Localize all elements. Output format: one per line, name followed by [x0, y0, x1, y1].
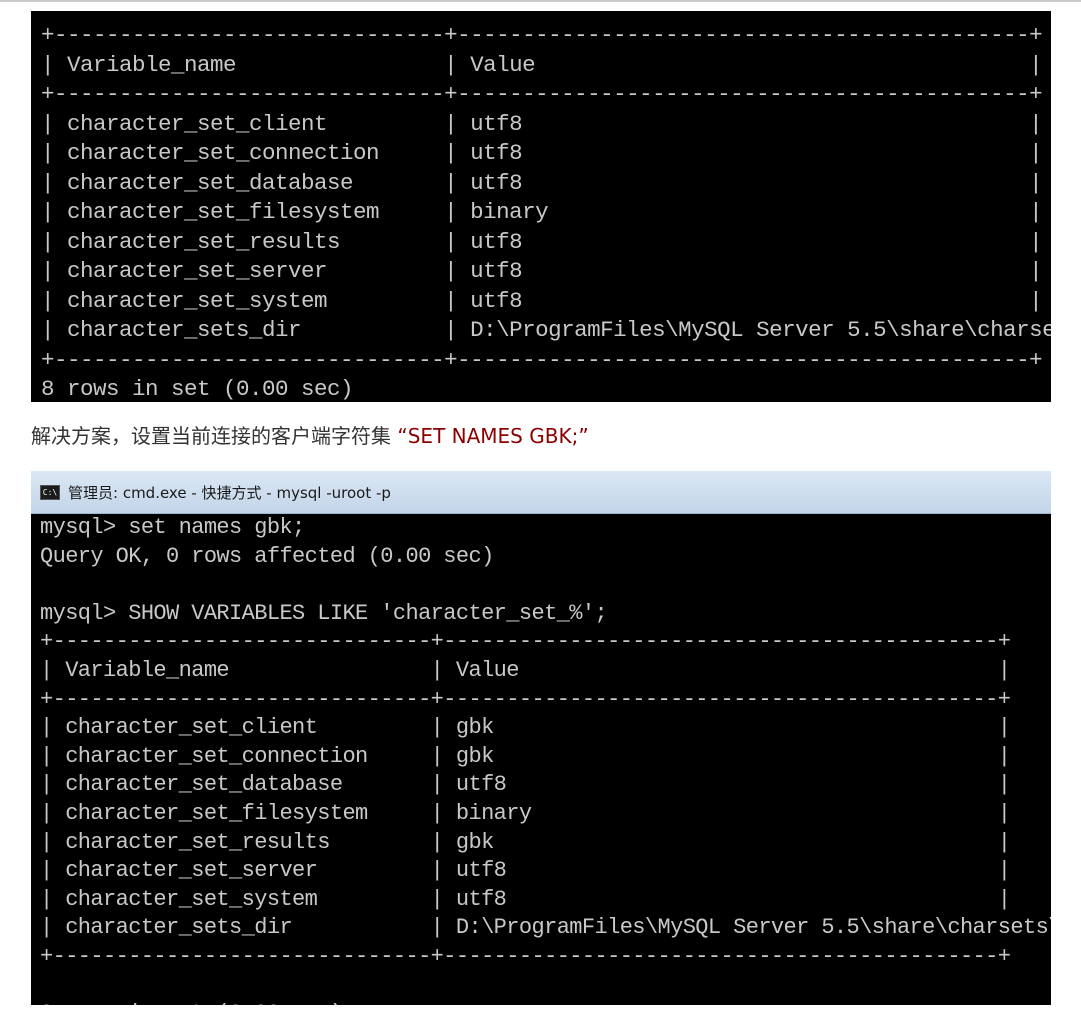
- console-output-after[interactable]: mysql> set names gbk; Query OK, 0 rows af…: [40, 514, 1051, 1005]
- console-line: | character_set_server | utf8 |: [41, 258, 1043, 284]
- cmd-window: C:\ 管理员: cmd.exe - 快捷方式 - mysql -uroot -…: [31, 471, 1051, 1005]
- console-line: | character_set_filesystem | binary |: [41, 199, 1043, 225]
- console-line: mysql> set names gbk;: [40, 515, 305, 540]
- console-line: | character_set_system | utf8 |: [40, 886, 1011, 912]
- console-line: | Variable_name | Value |: [40, 657, 1011, 683]
- console-line: | character_set_client | gbk |: [40, 715, 1011, 741]
- console-line: 8 rows in set (0.00 sec): [40, 1000, 1051, 1005]
- caption-text: 解决方案，设置当前连接的客户端字符集: [31, 424, 391, 448]
- open-quote: “: [397, 424, 408, 448]
- window-titlebar[interactable]: C:\ 管理员: cmd.exe - 快捷方式 - mysql -uroot -…: [31, 471, 1051, 514]
- console-line: | character_set_connection | utf8 |: [41, 140, 1043, 166]
- close-quote: ”: [578, 424, 589, 448]
- cmd-window-icon[interactable]: C:\: [40, 484, 60, 500]
- console-line: | character_set_client | utf8 |: [41, 110, 1043, 137]
- console-line: | character_set_database | utf8 |: [41, 169, 1043, 196]
- console-output-before: +------------------------------+--------…: [41, 21, 1051, 402]
- console-line: | character_set_connection | gbk |: [40, 743, 1011, 769]
- console-line: | character_sets_dir | D:\ProgramFiles\M…: [41, 317, 1051, 343]
- console-line: +------------------------------+--------…: [40, 686, 1011, 712]
- solution-caption: 解决方案，设置当前连接的客户端字符集 “SET NAMES GBK;”: [31, 422, 589, 450]
- mysql-output-panel-before: +------------------------------+--------…: [31, 11, 1051, 402]
- console-line: | character_set_results | utf8 |: [41, 228, 1043, 255]
- console-line: 8 rows in set (0.00 sec): [41, 376, 354, 402]
- console-line: | character_set_system | utf8 |: [41, 287, 1043, 314]
- console-line: +------------------------------+--------…: [40, 943, 1011, 969]
- console-line: +------------------------------+--------…: [41, 81, 1043, 107]
- console-line: | character_set_filesystem | binary |: [40, 800, 1011, 826]
- console-line: +------------------------------+--------…: [41, 22, 1043, 48]
- window-title: 管理员: cmd.exe - 快捷方式 - mysql -uroot -p: [68, 483, 391, 502]
- console-line: +------------------------------+--------…: [41, 346, 1043, 373]
- console-line: Query OK, 0 rows affected (0.00 sec): [40, 543, 494, 569]
- top-divider: [0, 0, 1081, 2]
- console-line: | Variable_name | Value |: [41, 51, 1043, 78]
- console-line: | character_sets_dir | D:\ProgramFiles\M…: [40, 915, 1051, 941]
- console-line: | character_set_results | gbk |: [40, 829, 1011, 855]
- console-line: mysql> SHOW VARIABLES LIKE 'character_se…: [40, 600, 608, 626]
- set-names-command: SET NAMES GBK;: [407, 424, 579, 448]
- console-line: | character_set_server | utf8 |: [40, 858, 1011, 884]
- console-line: | character_set_database | utf8 |: [40, 772, 1011, 798]
- console-line: +------------------------------+--------…: [40, 629, 1011, 655]
